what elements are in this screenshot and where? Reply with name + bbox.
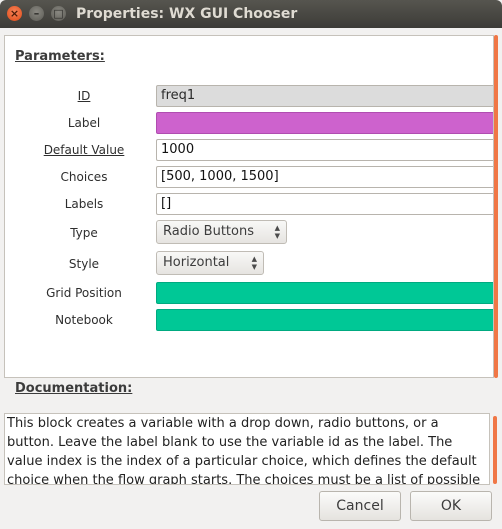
- combo-arrows-icon: ▲ ▼: [274, 224, 280, 240]
- maximize-icon[interactable]: □: [51, 6, 66, 21]
- minimize-icon[interactable]: –: [29, 6, 44, 21]
- documentation-heading: Documentation:: [15, 381, 133, 396]
- type-label: Type: [70, 226, 98, 240]
- window-title: Properties: WX GUI Chooser: [76, 6, 298, 22]
- id-label: ID: [77, 89, 91, 103]
- parameters-heading: Parameters:: [15, 49, 105, 64]
- id-field[interactable]: freq1: [156, 85, 493, 107]
- documentation-scrollbar[interactable]: [493, 416, 497, 484]
- notebook-label: Notebook: [55, 313, 113, 327]
- choices-field[interactable]: [500, 1000, 1500]: [156, 166, 493, 188]
- grid-position-label: Grid Position: [46, 286, 122, 300]
- style-label: Style: [68, 257, 100, 271]
- default-value-label: Default Value: [43, 143, 125, 157]
- choices-label: Choices: [60, 170, 108, 184]
- ok-button[interactable]: OK: [410, 491, 492, 521]
- style-combo-value: Horizontal: [163, 255, 230, 270]
- labels-field[interactable]: []: [156, 193, 493, 215]
- label-field[interactable]: [156, 112, 493, 134]
- labels-label: Labels: [64, 197, 104, 211]
- title-bar: × – □ Properties: WX GUI Chooser: [0, 0, 502, 28]
- grid-position-field[interactable]: [156, 282, 493, 304]
- combo-arrows-icon: ▲ ▼: [251, 255, 257, 271]
- type-combo[interactable]: Radio Buttons ▲ ▼: [156, 220, 287, 244]
- style-combo[interactable]: Horizontal ▲ ▼: [156, 251, 264, 275]
- close-icon[interactable]: ×: [7, 6, 22, 21]
- parameters-panel[interactable]: Parameters: ID freq1 Label Default Value…: [4, 35, 494, 378]
- notebook-field[interactable]: [156, 309, 493, 331]
- type-combo-value: Radio Buttons: [163, 224, 254, 239]
- parameters-scrollbar[interactable]: [494, 35, 498, 378]
- documentation-text: This block creates a variable with a dro…: [4, 413, 490, 485]
- label-label: Label: [67, 116, 101, 130]
- default-value-field[interactable]: 1000: [156, 139, 493, 161]
- cancel-button[interactable]: Cancel: [319, 491, 401, 521]
